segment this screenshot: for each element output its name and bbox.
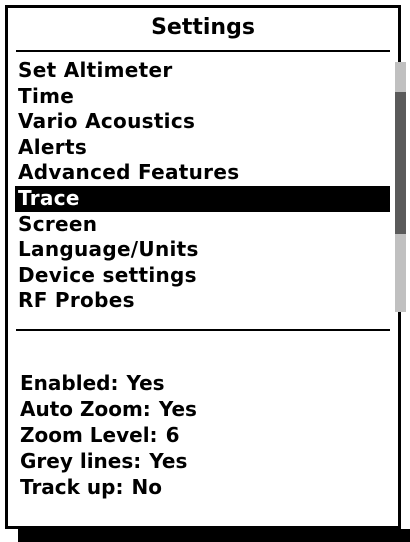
detail-label: Auto Zoom: — [20, 397, 151, 421]
menu-item-vario-acoustics[interactable]: Vario Acoustics — [15, 109, 390, 135]
page-title: Settings — [151, 14, 255, 40]
menu-item-time[interactable]: Time — [15, 84, 390, 110]
detail-value: No — [131, 475, 162, 499]
trace-details-panel: Enabled: Yes Auto Zoom: Yes Zoom Level: 6 G… — [20, 370, 390, 500]
detail-row-auto-zoom: Auto Zoom: Yes — [20, 396, 390, 422]
section-divider — [16, 329, 390, 331]
detail-row-enabled: Enabled: Yes — [20, 370, 390, 396]
menu-item-language-units[interactable]: Language/Units — [15, 237, 390, 263]
detail-row-zoom-level: Zoom Level: 6 — [20, 422, 390, 448]
detail-row-grey-lines: Grey lines: Yes — [20, 448, 390, 474]
menu-item-device-settings[interactable]: Device settings — [15, 263, 390, 289]
detail-label: Grey lines: — [20, 449, 142, 473]
detail-value: Yes — [126, 371, 165, 395]
menu-scrollbar[interactable] — [395, 62, 406, 312]
detail-row-track-up: Track up: No — [20, 474, 390, 500]
settings-menu: Set Altimeter Time Vario Acoustics Alert… — [15, 58, 390, 314]
detail-label: Zoom Level: — [20, 423, 158, 447]
detail-value: Yes — [158, 397, 197, 421]
menu-item-alerts[interactable]: Alerts — [15, 135, 390, 161]
settings-screen: Settings Set Altimeter Time Vario Acoust… — [5, 5, 406, 529]
menu-item-rf-probes[interactable]: RF Probes — [15, 288, 390, 314]
header-divider — [16, 50, 390, 52]
scrollbar-thumb[interactable] — [395, 92, 406, 234]
detail-label: Enabled: — [20, 371, 119, 395]
bottom-bar — [18, 529, 410, 542]
detail-value: Yes — [149, 449, 188, 473]
menu-item-trace[interactable]: Trace — [15, 185, 390, 212]
detail-value: 6 — [165, 423, 180, 447]
detail-label: Track up: — [20, 475, 124, 499]
menu-item-set-altimeter[interactable]: Set Altimeter — [15, 58, 390, 84]
menu-item-screen[interactable]: Screen — [15, 212, 390, 238]
menu-item-advanced-features[interactable]: Advanced Features — [15, 160, 390, 186]
